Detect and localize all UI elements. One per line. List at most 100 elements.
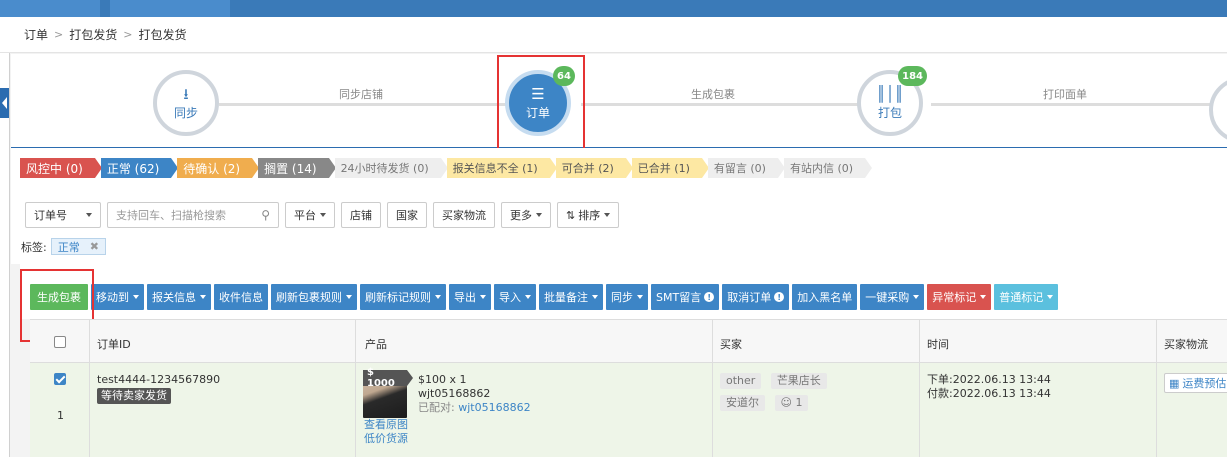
smt-message-button[interactable]: SMT留言!	[651, 284, 720, 310]
sync-button[interactable]: 同步	[606, 284, 648, 310]
batch-note-button[interactable]: 批量备注	[539, 284, 603, 310]
chevron-down-icon	[200, 295, 206, 299]
table-row[interactable]: 1 test4444-1234567890 等待卖家发货 $ 1000 查看原图…	[30, 363, 1227, 457]
filter-more[interactable]: 更多	[501, 202, 551, 228]
chevron-down-icon	[1047, 295, 1054, 299]
filter-country[interactable]: 国家	[387, 202, 427, 228]
tag-chip[interactable]: 正常 ✖	[50, 238, 106, 255]
calculator-icon: ▦	[1169, 376, 1180, 390]
column-divider	[1156, 319, 1157, 457]
chevron-down-icon	[604, 213, 611, 217]
tab-on-hold[interactable]: 搁置 (14)	[258, 158, 337, 178]
column-header: 时间	[927, 338, 949, 351]
tab-merged[interactable]: 已合并 (1)	[631, 158, 709, 178]
order-id-cell: test4444-1234567890 等待卖家发货	[97, 373, 220, 404]
product-sku: wjt05168862	[418, 387, 491, 400]
column-header: 订单ID	[97, 338, 131, 351]
filter-buyer-shipping[interactable]: 买家物流	[433, 202, 495, 228]
column-header: 买家物流	[1164, 338, 1208, 351]
one-click-purchase-button[interactable]: 一键采购	[860, 284, 925, 310]
buyer-tag: 芒果店长	[770, 373, 827, 389]
matched-sku-link[interactable]: wjt05168862	[458, 401, 530, 414]
buyer-tag: other	[720, 373, 762, 389]
search-placeholder: 支持回车、扫描枪搜索	[116, 209, 226, 222]
order-id[interactable]: test4444-1234567890	[97, 373, 220, 387]
row-checkbox[interactable]	[54, 373, 66, 385]
chevron-down-icon	[435, 295, 441, 299]
search-icon[interactable]: ⚲	[261, 208, 270, 222]
import-button[interactable]: 导入	[494, 284, 536, 310]
chevron-right-icon: >	[54, 28, 64, 41]
shipping-estimate-button[interactable]: ▦ 运费预估	[1164, 373, 1227, 393]
close-icon[interactable]: ✖	[90, 240, 99, 253]
export-button[interactable]: 导出	[449, 284, 491, 310]
search-field-select[interactable]: 订单号	[25, 202, 101, 228]
step-pack[interactable]: ║│║ 打包 184	[857, 66, 927, 136]
refresh-mark-rules-button[interactable]: 刷新标记规则	[360, 284, 446, 310]
search-input[interactable]: 支持回车、扫描枪搜索 ⚲	[107, 202, 279, 228]
chevron-down-icon	[637, 295, 643, 299]
sidebar-toggle-icon[interactable]	[0, 88, 9, 118]
sort-icon: ⇅	[566, 208, 576, 222]
button-label: 一键采购	[865, 291, 910, 304]
search-row: 订单号 支持回车、扫描枪搜索 ⚲ 平台 店铺 国家 买家物流 更多 ⇅ 排序	[25, 202, 620, 228]
tab-risk[interactable]: 风控中 (0)	[20, 158, 102, 178]
button-label: 刷新标记规则	[365, 291, 431, 304]
flow-connector	[931, 103, 1211, 106]
tab-normal[interactable]: 正常 (62)	[100, 158, 179, 178]
chevron-right-icon: >	[123, 28, 133, 41]
product-info: $100 x 1 wjt05168862 已配对: wjt05168862	[418, 373, 531, 415]
refresh-package-rules-button[interactable]: 刷新包裹规则	[271, 284, 357, 310]
step-label: 同步	[173, 105, 198, 120]
button-label: 导入	[499, 291, 521, 304]
recipient-info-button[interactable]: 收件信息	[214, 284, 268, 310]
move-to-button[interactable]: 移动到	[91, 284, 144, 310]
filter-label: 排序	[578, 209, 601, 222]
button-label: 移动到	[96, 291, 129, 304]
chevron-down-icon	[86, 213, 92, 217]
breadcrumb-item[interactable]: 订单	[24, 26, 48, 43]
flow-connector	[581, 103, 859, 106]
chevron-down-icon	[592, 295, 598, 299]
filter-label: 买家物流	[442, 209, 486, 222]
breadcrumb-item[interactable]: 打包发货	[69, 26, 117, 43]
tab-has-inbox[interactable]: 有站内信 (0)	[783, 158, 873, 178]
tag-chip-label: 正常	[57, 240, 80, 254]
filter-label: 更多	[510, 209, 532, 222]
top-nav-tab[interactable]	[0, 0, 100, 17]
column-divider	[89, 319, 90, 457]
buyer-cell: other 芒果店长 安道尔 ☺ 1	[720, 373, 920, 411]
matched-label: 已配对:	[418, 401, 455, 414]
tab-24h-ship[interactable]: 24小时待发货 (0)	[334, 158, 448, 178]
cancel-order-button[interactable]: 取消订单!	[722, 284, 790, 310]
step-print[interactable]	[1209, 77, 1227, 143]
button-label: SMT留言	[656, 291, 702, 304]
info-icon: !	[704, 292, 715, 302]
customs-info-button[interactable]: 报关信息	[147, 284, 211, 310]
step-sync[interactable]: ⭳ 同步	[153, 70, 219, 136]
tab-customs-incomplete[interactable]: 报关信息不全 (1)	[446, 158, 557, 178]
add-blacklist-button[interactable]: 加入黑名单	[792, 284, 858, 310]
tab-has-message[interactable]: 有留言 (0)	[707, 158, 786, 178]
time-cell: 下单:2022.06.13 13:44 付款:2022.06.13 13:44	[927, 373, 1051, 401]
top-nav-tab[interactable]	[110, 0, 230, 17]
action-toolbar: 生成包裹 移动到 报关信息 收件信息 刷新包裹规则 刷新标记规则 导出 导入 批…	[20, 264, 1227, 319]
table-header: 订单ID 产品 买家 时间 买家物流	[30, 319, 1227, 363]
normal-mark-button[interactable]: 普通标记	[994, 284, 1059, 310]
tab-mergeable[interactable]: 可合并 (2)	[555, 158, 633, 178]
tab-pending-confirm[interactable]: 待确认 (2)	[177, 158, 259, 178]
select-value: 订单号	[34, 209, 67, 222]
flow-connector-label: 生成包裹	[691, 88, 735, 101]
product-image[interactable]: $ 1000	[363, 367, 413, 418]
tag-row: 标签: 正常 ✖	[21, 238, 106, 255]
chevron-down-icon	[913, 295, 920, 299]
chevron-down-icon	[536, 213, 542, 217]
sort-button[interactable]: ⇅ 排序	[557, 202, 620, 228]
view-image-link[interactable]: 查看原图	[364, 418, 408, 432]
column-header: 买家	[720, 338, 742, 351]
filter-platform[interactable]: 平台	[285, 202, 335, 228]
cheap-source-link[interactable]: 低价货源	[364, 432, 408, 446]
exception-mark-button[interactable]: 异常标记	[927, 284, 992, 310]
filter-shop[interactable]: 店铺	[341, 202, 381, 228]
select-all-checkbox[interactable]	[54, 336, 66, 348]
